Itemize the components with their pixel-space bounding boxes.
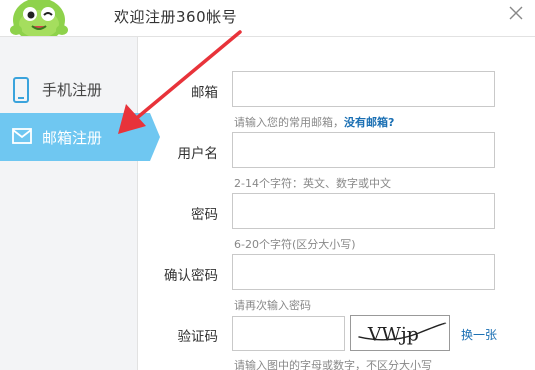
title-bar: 欢迎注册360帐号 bbox=[0, 0, 535, 40]
confirm-password-label: 确认密码 bbox=[164, 268, 218, 284]
username-label: 用户名 bbox=[177, 146, 219, 162]
window-title: 欢迎注册360帐号 bbox=[114, 8, 238, 26]
captcha-image[interactable]: VWjp bbox=[350, 315, 450, 351]
sidebar-item-label: 手机注册 bbox=[42, 81, 103, 99]
sidebar-item-email-register[interactable]: 邮箱注册 bbox=[0, 113, 160, 161]
confirm-password-hint: 请再次输入密码 bbox=[234, 299, 311, 312]
confirm-password-field[interactable] bbox=[232, 254, 495, 290]
sidebar-item-label: 邮箱注册 bbox=[42, 129, 103, 147]
password-hint: 6-20个字符(区分大小写) bbox=[234, 238, 356, 251]
sidebar: 手机注册 邮箱注册 bbox=[0, 37, 160, 370]
captcha-text: VWjp bbox=[367, 324, 419, 346]
captcha-hint: 请输入图中的字母或数字，不区分大小写 bbox=[234, 359, 432, 370]
password-label: 密码 bbox=[191, 207, 218, 223]
no-email-link[interactable]: 没有邮箱? bbox=[344, 116, 394, 129]
username-hint: 2-14个字符：英文、数字或中文 bbox=[234, 177, 391, 190]
captcha-field[interactable] bbox=[232, 316, 345, 351]
email-label: 邮箱 bbox=[191, 85, 218, 101]
phone-icon bbox=[13, 77, 29, 103]
mascot-logo bbox=[10, 0, 68, 40]
mail-icon bbox=[12, 128, 32, 144]
password-field[interactable] bbox=[232, 193, 495, 229]
email-field[interactable] bbox=[232, 71, 495, 107]
email-hint: 请输入您的常用邮箱，没有邮箱? bbox=[234, 114, 394, 130]
username-field[interactable] bbox=[232, 132, 495, 168]
sidebar-item-phone-register[interactable]: 手机注册 bbox=[0, 63, 138, 115]
close-icon[interactable] bbox=[507, 4, 525, 22]
email-hint-text: 请输入您的常用邮箱， bbox=[234, 116, 344, 129]
captcha-label: 验证码 bbox=[177, 329, 219, 345]
refresh-captcha-link[interactable]: 换一张 bbox=[461, 326, 497, 343]
